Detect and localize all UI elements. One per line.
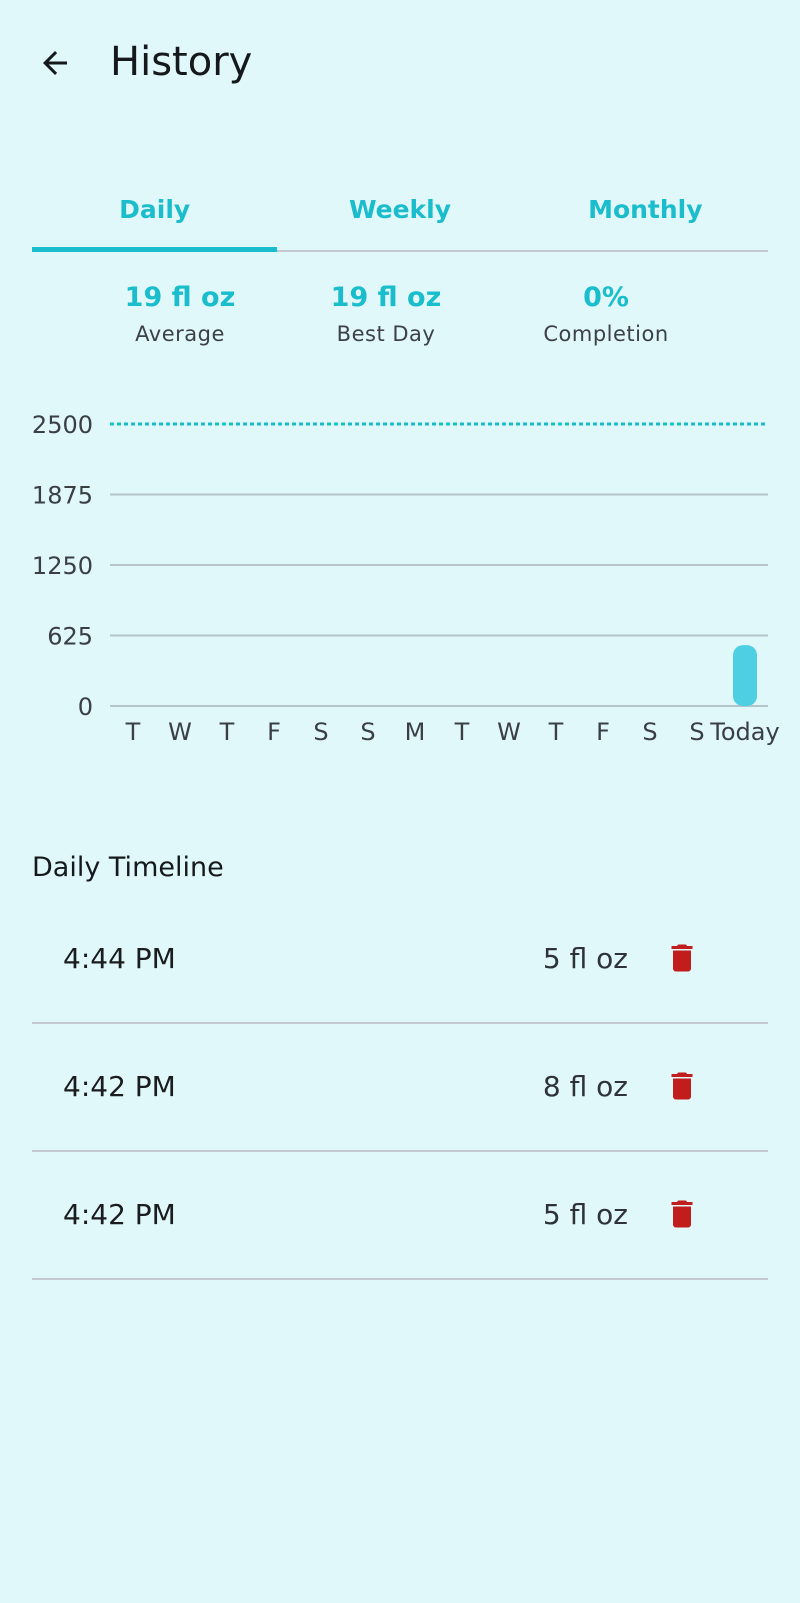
y-tick-label: 625 <box>47 623 93 651</box>
tab-monthly[interactable]: Monthly <box>523 168 768 250</box>
tab-weekly-label: Weekly <box>348 194 452 224</box>
delete-entry-button[interactable] <box>662 1064 702 1108</box>
timeline-entry: 4:42 PM 5 fl oz <box>32 1152 768 1280</box>
page-title: History <box>110 39 253 85</box>
stat-completion: 0% Completion <box>496 280 716 346</box>
x-tick-label: T <box>219 718 235 746</box>
stat-average-value: 19 fl oz <box>124 282 236 313</box>
x-tick-label: T <box>454 718 470 746</box>
back-button[interactable] <box>30 38 80 88</box>
stats-summary: 19 fl oz Average 19 fl oz Best Day 0% Co… <box>80 280 720 370</box>
x-tick-label: S <box>360 718 375 746</box>
x-tick-label: T <box>125 718 141 746</box>
entry-time: 4:42 PM <box>63 1070 176 1103</box>
x-tick-label: Today <box>709 718 779 746</box>
stat-average: 19 fl oz Average <box>70 280 290 346</box>
tab-daily-label: Daily <box>119 194 191 224</box>
stat-best-day: 19 fl oz Best Day <box>276 280 496 346</box>
tab-weekly[interactable]: Weekly <box>277 168 522 250</box>
x-tick-label: S <box>313 718 328 746</box>
period-tabs: Daily Weekly Monthly <box>32 168 768 252</box>
timeline-entry: 4:42 PM 8 fl oz <box>32 1024 768 1152</box>
x-tick-label: W <box>168 718 192 746</box>
delete-entry-button[interactable] <box>662 1192 702 1236</box>
trash-icon <box>671 1072 693 1100</box>
x-tick-label: F <box>596 718 610 746</box>
x-tick-label: S <box>689 718 704 746</box>
y-tick-label: 0 <box>78 693 93 721</box>
delete-entry-button[interactable] <box>662 936 702 980</box>
trash-icon <box>671 944 693 972</box>
y-tick-label: 2500 <box>32 411 93 439</box>
trash-icon <box>671 1200 693 1228</box>
timeline-entry: 4:44 PM 5 fl oz <box>32 896 768 1024</box>
y-tick-label: 1875 <box>32 482 93 510</box>
entry-time: 4:44 PM <box>63 942 176 975</box>
stat-completion-value: 0% <box>583 282 629 313</box>
y-tick-label: 1250 <box>32 552 93 580</box>
daily-timeline-list: 4:44 PM 5 fl oz 4:42 PM 8 fl oz 4:42 PM … <box>32 896 768 1280</box>
tab-monthly-label: Monthly <box>588 194 703 224</box>
entry-time: 4:42 PM <box>63 1198 176 1231</box>
bar <box>733 645 757 706</box>
entry-amount: 5 fl oz <box>542 1198 628 1231</box>
arrow-left-icon <box>43 51 67 75</box>
app-bar: History <box>0 0 800 124</box>
x-tick-label: F <box>267 718 281 746</box>
daily-intake-chart: 0625125018752500T W T F S S M T W T F S S Today <box>32 411 780 746</box>
entry-amount: 8 fl oz <box>542 1070 628 1103</box>
stat-completion-label: Completion <box>543 322 669 346</box>
stat-best-day-value: 19 fl oz <box>330 282 442 313</box>
entry-amount: 5 fl oz <box>542 942 628 975</box>
x-tick-label: W <box>497 718 521 746</box>
daily-timeline-title: Daily Timeline <box>32 852 224 883</box>
x-tick-label: M <box>405 718 426 746</box>
tab-daily[interactable]: Daily <box>32 168 278 252</box>
x-tick-label: S <box>642 718 657 746</box>
x-tick-label: T <box>548 718 564 746</box>
stat-best-day-label: Best Day <box>336 322 436 346</box>
stat-average-label: Average <box>135 322 225 346</box>
